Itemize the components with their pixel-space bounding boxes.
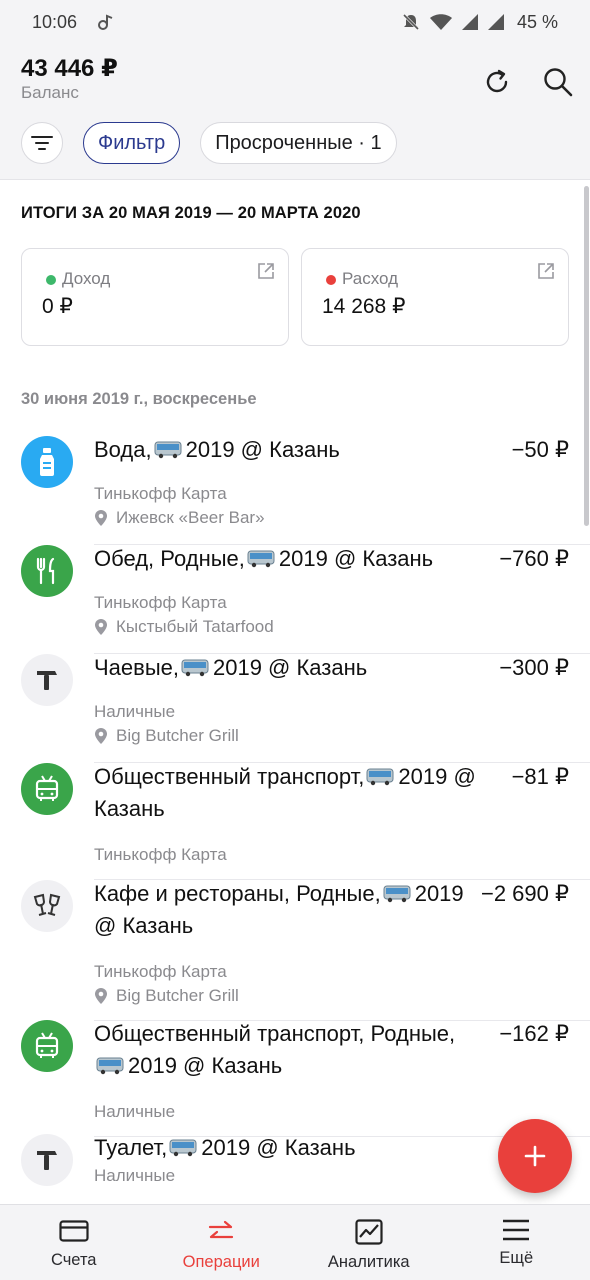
bus-icon [169,1139,197,1157]
income-label: Доход [62,269,111,288]
bus-icon [181,659,209,677]
filter-chip-row: Фильтр Просроченные · 1 [21,122,397,164]
nav-analytics[interactable]: Аналитика [295,1205,443,1280]
sort-button[interactable] [21,122,63,164]
transaction-title: Туалет, 2019 @ Казань [94,1135,356,1160]
bus-icon [366,768,394,786]
transaction-amount: −50 ₽ [511,437,569,462]
filter-chip[interactable]: Фильтр [83,122,181,164]
trolleybus-icon [21,763,73,815]
refresh-icon [486,69,508,93]
search-button[interactable] [538,62,578,102]
add-operation-button[interactable] [498,1119,572,1193]
mute-icon [401,12,421,32]
transaction-account: Наличные [94,702,176,721]
transaction-amount: −760 ₽ [499,546,569,571]
location-pin-icon [95,988,107,1004]
nav-accounts-label: Счета [50,1251,97,1269]
chart-icon [355,1219,383,1245]
nav-operations[interactable]: Операции [148,1205,296,1280]
balance-value: 43 446 ₽ [21,55,118,82]
search-icon [544,68,573,97]
transaction-title: Общественный транспорт, Родные,2019 @ Ка… [94,1021,456,1078]
transaction-amount: −162 ₽ [499,1021,569,1046]
transaction-account: Тинькофф Карта [94,845,227,864]
expense-dot [326,275,336,285]
transaction-place: Ижевск «Beer Bar» [94,508,265,528]
hammer-icon [21,1134,73,1186]
transaction-account: Наличные [94,1102,176,1121]
transaction-amount: −81 ₽ [511,764,569,789]
overdue-chip[interactable]: Просроченные · 1 [200,122,397,164]
bus-icon [154,441,182,459]
transaction-title: Общественный транспорт, 2019 @ Казань [94,764,476,821]
music-note-icon [97,13,115,31]
battery-level: 45 % [516,11,558,32]
nav-operations-label: Операции [182,1253,260,1271]
transaction-row[interactable]: Вода, 2019 @ Казань −50 ₽ Тинькофф Карта … [0,436,590,545]
location-pin-icon [95,619,107,635]
bottle-icon [21,436,73,488]
transaction-row[interactable]: Обед, Родные, 2019 @ Казань −760 ₽ Тинько… [0,545,590,654]
sort-lines-icon [31,136,53,150]
wifi-icon [429,13,453,31]
fork-knife-icon [21,545,73,597]
transaction-row[interactable]: Общественный транспорт, 2019 @ Казань −81… [0,763,590,880]
hammer-icon [21,654,73,706]
transaction-amount: −300 ₽ [499,655,569,680]
nav-more[interactable]: Ещё [443,1205,590,1280]
trolleybus-icon [21,1020,73,1072]
open-external-icon [536,261,556,286]
plus-icon [524,1145,546,1167]
transaction-row[interactable]: Общественный транспорт, Родные,2019 @ Ка… [0,1020,590,1137]
transaction-amount: −2 690 ₽ [480,881,569,906]
summary-title: ИТОГИ ЗА 20 МАЯ 2019 — 20 МАРТА 2020 [21,204,361,222]
income-dot [46,275,56,285]
expense-value: 14 268 ₽ [322,295,406,318]
refresh-button[interactable] [477,62,517,102]
expense-card[interactable]: Расход 14 268 ₽ [301,248,569,346]
nav-analytics-label: Аналитика [327,1253,410,1271]
transfer-arrows-icon [209,1220,234,1239]
location-pin-icon [95,728,107,744]
card-icon [59,1220,89,1242]
expense-label: Расход [342,269,399,288]
bus-icon [96,1057,124,1075]
status-bar: 10:06 45 % [0,0,590,44]
transaction-account: Тинькофф Карта [94,962,227,981]
transaction-title: Чаевые, 2019 @ Казань [94,655,368,680]
transaction-place: Кыстыбый Tatarfood [94,617,274,637]
transaction-account: Наличные [94,1166,176,1185]
signal-icon-2 [487,13,505,31]
transaction-account: Тинькофф Карта [94,593,227,612]
transaction-title: Кафе и рестораны, Родные, 2019 @ Казань [94,881,464,938]
status-time: 10:06 [32,11,78,32]
transaction-title: Вода, 2019 @ Казань [94,437,340,462]
transaction-place: Big Butcher Grill [94,726,239,746]
transaction-account: Тинькофф Карта [94,484,227,503]
bus-icon [247,550,275,568]
app-header: 43 446 ₽ Баланс Фильтр Просроченные · 1 [0,44,590,180]
signal-icon [461,13,479,31]
nav-more-label: Ещё [499,1249,534,1267]
menu-icon [503,1219,530,1241]
transaction-row[interactable]: Кафе и рестораны, Родные, 2019 @ Казань −… [0,880,590,1021]
bus-icon [383,885,411,903]
nav-accounts[interactable]: Счета [0,1205,148,1280]
location-pin-icon [95,510,107,526]
balance-label: Баланс [21,83,79,102]
transaction-row[interactable]: Чаевые, 2019 @ Казань −300 ₽ Наличные Big… [0,654,590,763]
open-external-icon [256,261,276,286]
transaction-place: Big Butcher Grill [94,986,239,1006]
transaction-title: Обед, Родные, 2019 @ Казань [94,546,434,571]
income-value: 0 ₽ [42,295,73,318]
wine-glasses-icon [21,880,73,932]
income-card[interactable]: Доход 0 ₽ [21,248,289,346]
date-header: 30 июня 2019 г., воскресенье [21,390,257,408]
bottom-navigation: Счета Операции Аналитика Ещё [0,1204,590,1280]
